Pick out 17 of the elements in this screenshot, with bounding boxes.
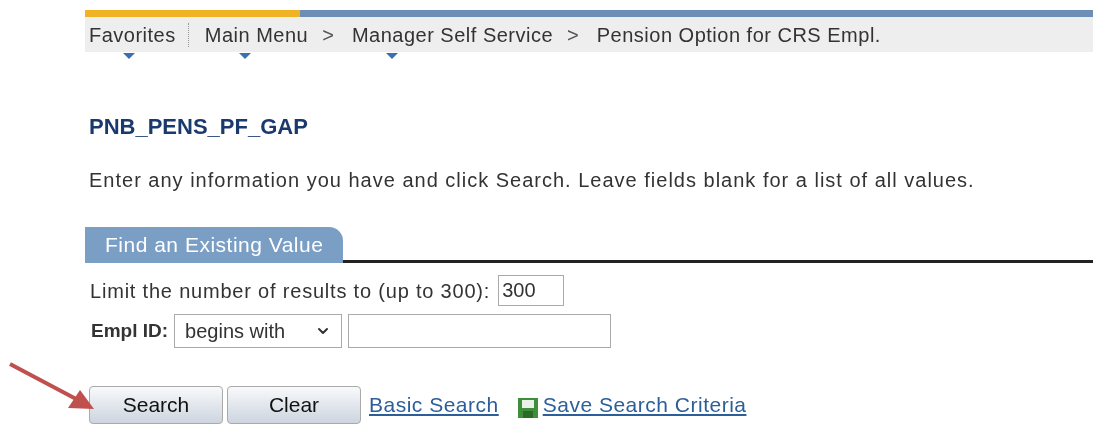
operator-select[interactable]: begins with bbox=[174, 314, 343, 348]
page-title: PNB_PENS_PF_GAP bbox=[88, 113, 309, 141]
link[interactable]: Basic Search bbox=[369, 389, 499, 421]
limit-label: Limit the number of results to (up to 300): bbox=[90, 278, 491, 304]
breadcrumb-item[interactable]: Main Menu bbox=[200, 19, 309, 50]
separator: > bbox=[567, 22, 579, 48]
separator: > bbox=[322, 22, 334, 48]
empl-id-input[interactable] bbox=[348, 314, 612, 348]
breadcrumb-item[interactable]: Pension Option for CRS Empl. bbox=[592, 19, 881, 50]
action-button[interactable]: Clear bbox=[227, 386, 361, 424]
action-button[interactable]: Search bbox=[89, 386, 223, 424]
empl-id-label: Empl ID: bbox=[91, 318, 169, 343]
link[interactable]: Save Search Criteria bbox=[542, 389, 747, 421]
breadcrumb-item[interactable]: Favorites bbox=[85, 19, 176, 50]
instructions-text: Enter any information you have and click Search. Leave fields blank for a list of all values. bbox=[88, 168, 976, 193]
breadcrumb-item[interactable]: Manager Self Service bbox=[347, 19, 554, 50]
limit-input[interactable]: 300 bbox=[498, 275, 565, 306]
